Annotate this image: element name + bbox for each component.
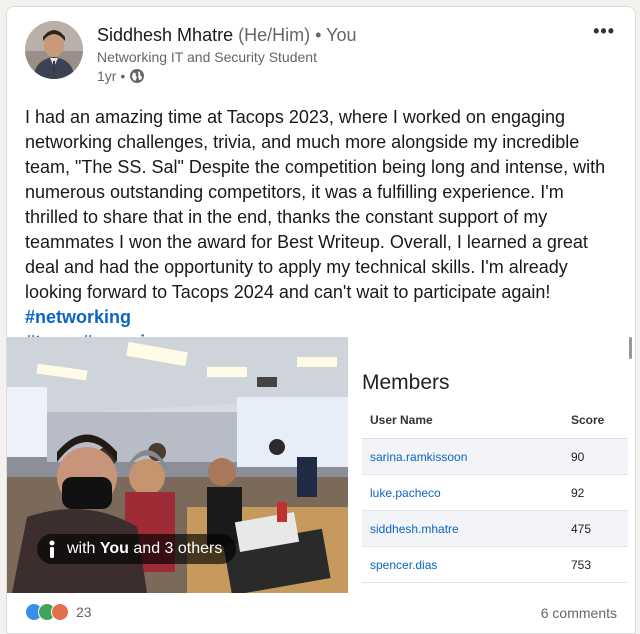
member-score: 475 [563,510,628,547]
comments-count[interactable]: 6 comments [541,605,617,621]
member-username: siddhesh.mhatre [362,510,563,547]
member-username: luke.pacheco [362,474,563,511]
scrollbar-thumb[interactable] [629,337,632,359]
photo-tag-text: with You and 3 others [67,540,222,558]
member-username: spencer.dias [362,546,563,583]
photo-tag-prefix: with [67,540,96,557]
person-icon [49,540,55,558]
author-line: Siddhesh Mhatre (He/Him) • You [97,24,356,46]
table-row: siddhesh.mhatre 475 [362,510,628,547]
column-header-username: User Name [362,402,563,439]
hashtag-networking[interactable]: #networking [25,307,131,327]
post-card: Siddhesh Mhatre (He/Him) • You Networkin… [6,6,636,634]
member-score: 92 [563,474,628,511]
post-body: I had an amazing time at Tacops 2023, wh… [25,107,606,302]
photo-tag-pill[interactable]: with You and 3 others [37,534,237,564]
table-row: sarina.ramkissoon 90 [362,438,628,475]
post-meta: 1yr • [97,68,145,84]
globe-icon [130,69,145,83]
author-relation: • You [315,25,357,45]
column-header-score: Score [563,402,628,439]
member-username: sarina.ramkissoon [362,438,563,475]
post-text: I had an amazing time at Tacops 2023, wh… [25,105,611,355]
table-row: spencer.dias 753 [362,546,628,583]
author-headline: Networking IT and Security Student [97,49,317,65]
love-icon [51,603,69,621]
table-row: luke.pacheco 92 [362,474,628,511]
member-score: 90 [563,438,628,475]
photo-tag-suffix: and 3 others [133,540,223,557]
more-options-button[interactable]: ••• [593,21,615,42]
members-title: Members [362,371,450,394]
author-pronouns: (He/Him) [238,25,311,45]
table-header-row: User Name Score [362,402,628,439]
author-name[interactable]: Siddhesh Mhatre [97,25,233,45]
member-score: 753 [563,546,628,583]
author-avatar[interactable] [25,21,83,79]
reaction-icons [25,603,69,621]
reaction-count: 23 [76,604,92,620]
post-time: 1yr • [97,68,126,84]
photo-tag-you: You [99,540,129,557]
reactions-summary[interactable]: 23 [25,603,92,621]
members-table: User Name Score sarina.ramkissoon 90 luk… [362,402,628,583]
